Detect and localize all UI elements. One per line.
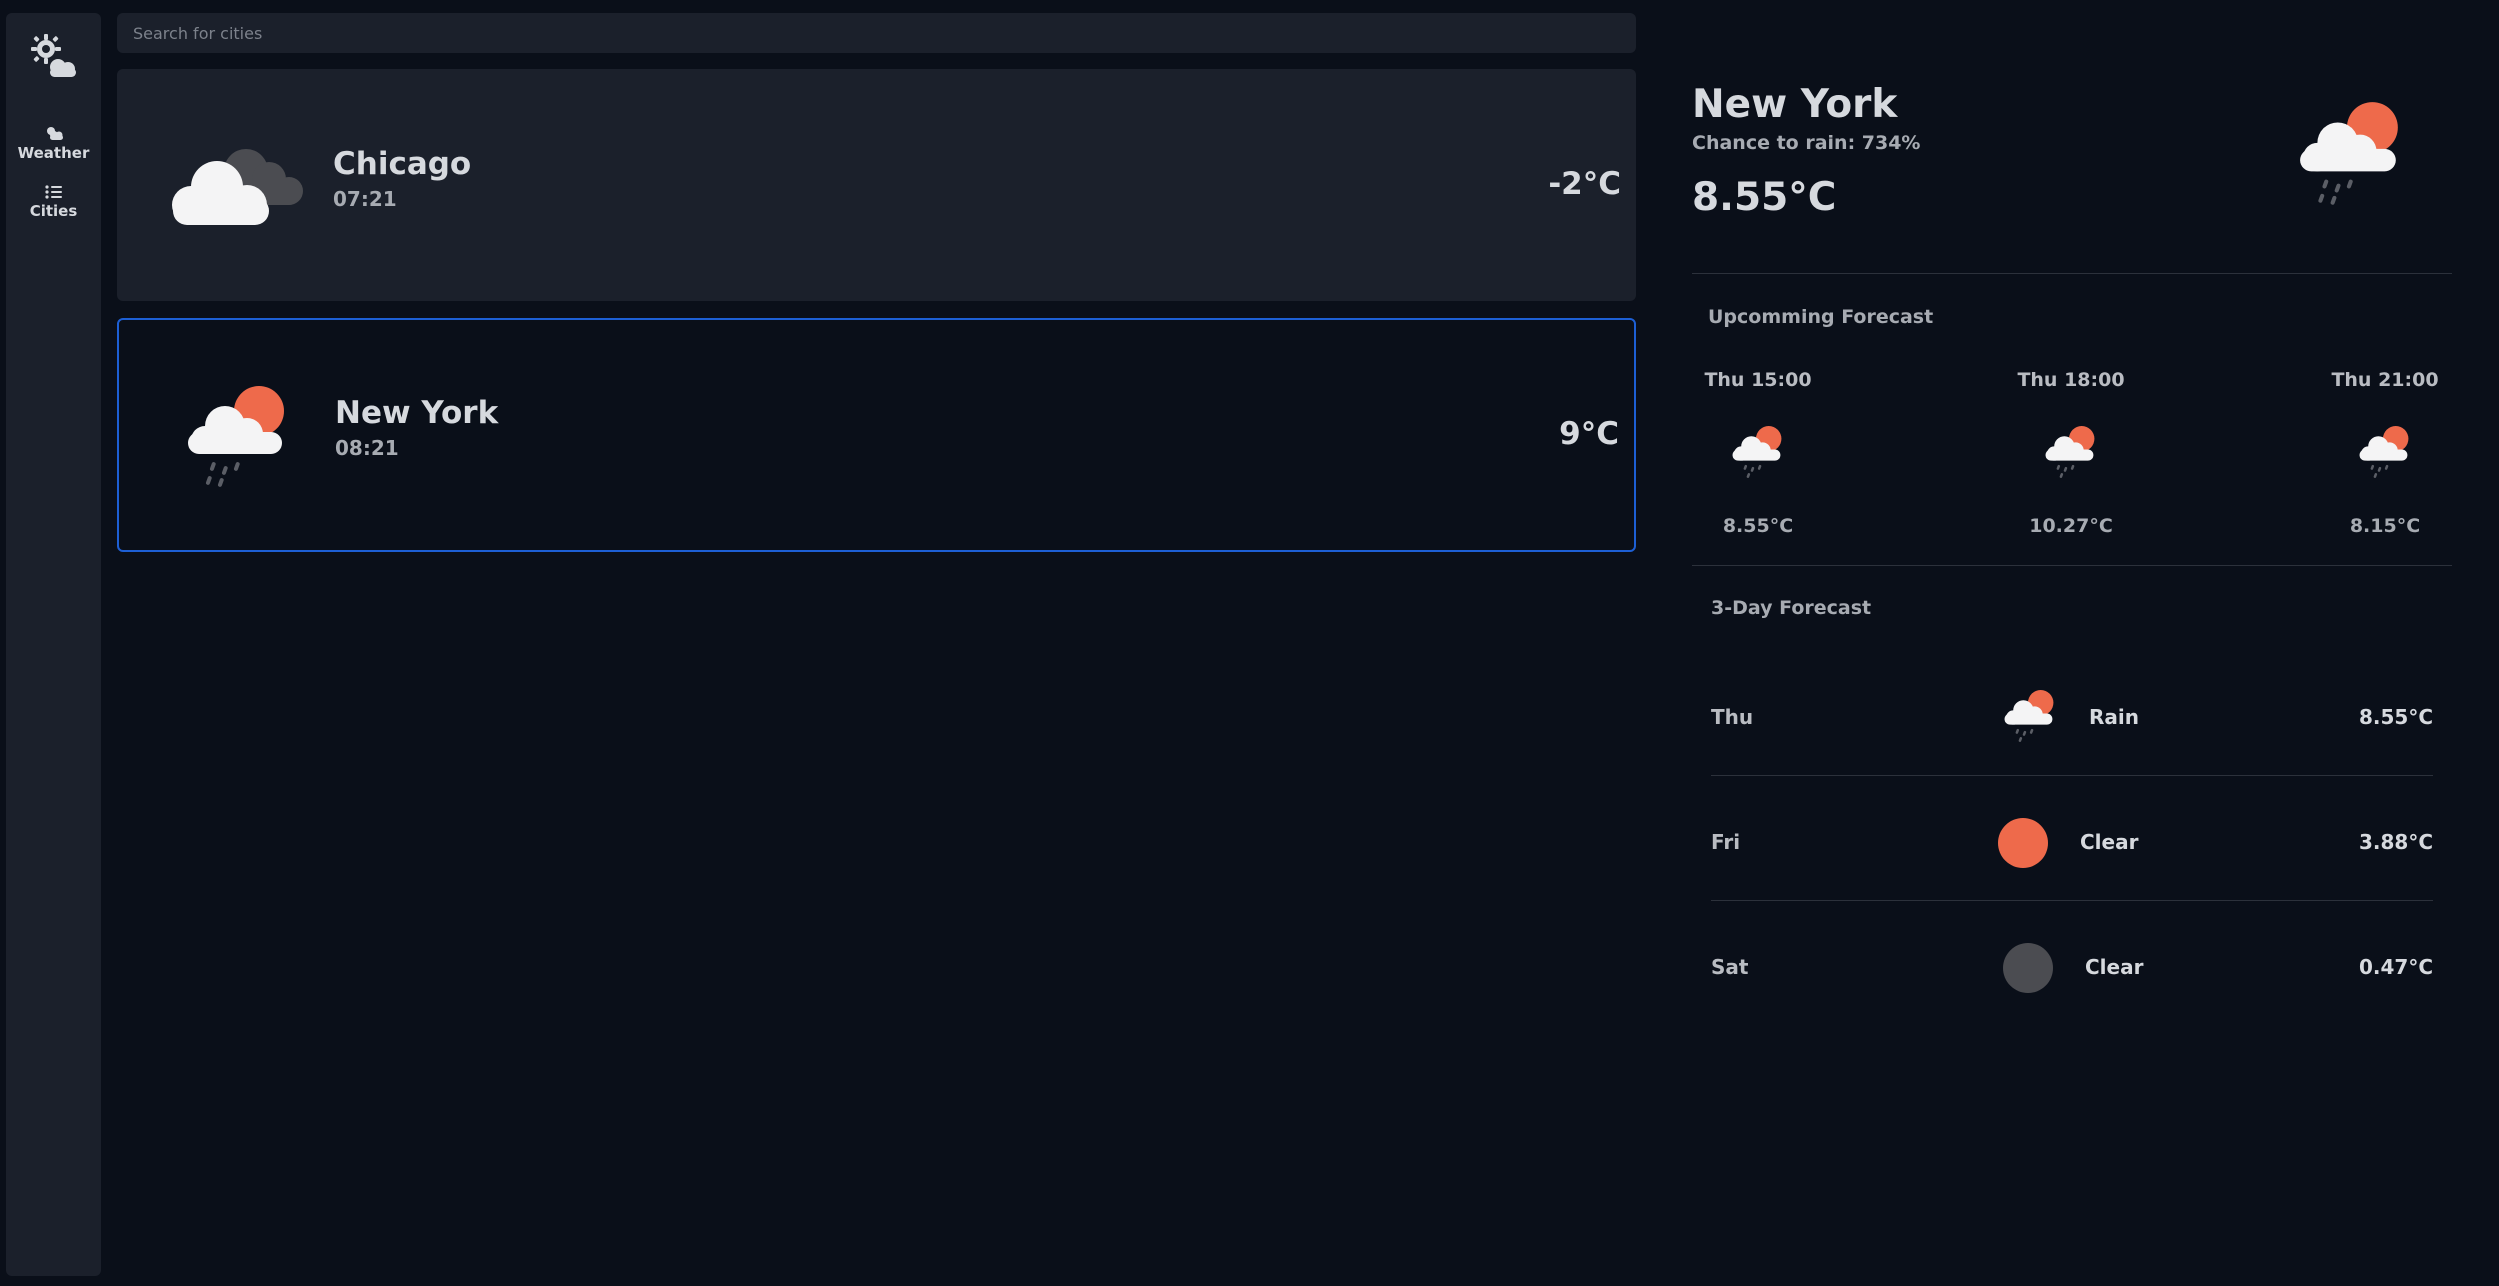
forecast-temperature: 8.55°C: [1722, 515, 1794, 537]
day-name: Thu: [1711, 705, 1754, 729]
sidebar-item-label: Cities: [29, 202, 78, 220]
forecast-time: Thu 18:00: [2017, 369, 2125, 391]
forecast-time: Thu 21:00: [2331, 369, 2439, 391]
detail-city-name: New York: [1692, 82, 1898, 127]
sidebar-item-weather[interactable]: Weather: [6, 125, 101, 162]
day-temperature: 8.55°C: [2358, 705, 2433, 729]
day-condition: Clear: [2080, 830, 2139, 854]
detail-temperature: 8.55°C: [1692, 175, 1837, 220]
forecast-temperature: 10.27°C: [2029, 515, 2113, 537]
day-temperature: 3.88°C: [2358, 830, 2433, 854]
city-time: 07:21: [333, 187, 397, 211]
day-row-sat: Sat Clear 0.47°C: [1711, 937, 2433, 997]
sidebar: Weather Cities: [6, 13, 101, 1276]
sidebar-item-label: Weather: [17, 144, 90, 162]
forecast-temperature: 8.15°C: [2349, 515, 2421, 537]
day-name: Fri: [1711, 830, 1741, 854]
three-day-forecast-title: 3-Day Forecast: [1711, 597, 1872, 619]
sun-icon: [1998, 818, 2048, 868]
day-condition: Rain: [2089, 705, 2139, 729]
rain-sun-icon: [2045, 426, 2095, 478]
city-card-new-york[interactable]: New York 08:21 9°C: [117, 318, 1636, 552]
day-row-fri: Fri Clear 3.88°C: [1711, 812, 2433, 872]
sidebar-item-cities[interactable]: Cities: [6, 185, 101, 220]
cloud-sun-icon: [46, 127, 63, 140]
rain-sun-icon: [2300, 102, 2398, 205]
day-condition: Clear: [2085, 955, 2144, 979]
sun-cloud-gear-icon: [31, 34, 76, 77]
rain-sun-icon: [1732, 426, 1782, 478]
search-input[interactable]: [117, 13, 1636, 53]
moon-icon: [2003, 943, 2053, 993]
divider: [1692, 273, 2452, 274]
upcoming-forecast-title: Upcomming Forecast: [1708, 306, 1934, 328]
city-card-chicago[interactable]: Chicago 07:21 -2°C: [117, 69, 1636, 301]
day-row-thu: Thu Rain 8.55°C: [1711, 687, 2433, 747]
city-name: New York: [335, 395, 499, 431]
day-temperature: 0.47°C: [2358, 955, 2433, 979]
city-temperature: -2°C: [1548, 166, 1621, 202]
city-time: 08:21: [335, 436, 399, 460]
detail-rain-chance: Chance to rain: 734%: [1692, 132, 1921, 154]
rain-sun-icon: [2359, 426, 2409, 478]
city-temperature: 9°C: [1559, 416, 1619, 452]
rain-sun-icon: [188, 386, 284, 487]
day-name: Sat: [1711, 955, 1749, 979]
cloudy-icon: [172, 149, 303, 225]
city-name: Chicago: [333, 146, 472, 182]
rain-sun-icon: [2004, 690, 2054, 742]
divider: [1711, 775, 2433, 776]
divider: [1711, 900, 2433, 901]
divider: [1692, 565, 2452, 566]
forecast-time: Thu 15:00: [1704, 369, 1812, 391]
list-icon: [44, 185, 62, 199]
